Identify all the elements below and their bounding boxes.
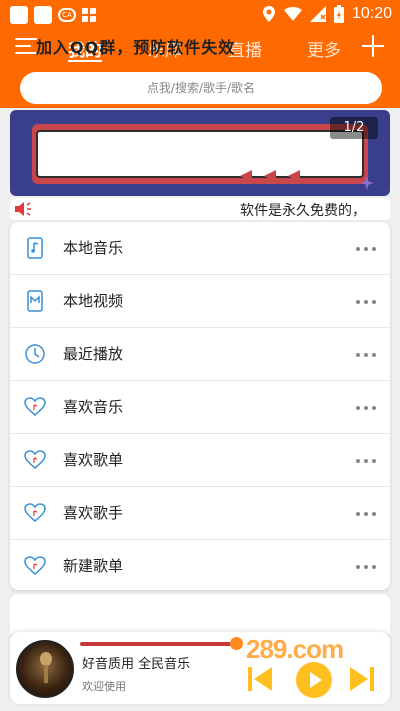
- notification-icon: [10, 6, 28, 24]
- progress-handle[interactable]: [230, 637, 243, 650]
- list-item-recent[interactable]: 最近播放: [10, 328, 390, 381]
- notice-text: 软件是永久免费的，: [240, 203, 366, 219]
- more-icon[interactable]: [356, 247, 376, 251]
- more-icon[interactable]: [356, 353, 376, 357]
- sparkle-icon: [360, 176, 374, 190]
- more-icon[interactable]: [356, 406, 376, 410]
- location-icon: [262, 6, 275, 22]
- add-icon[interactable]: [362, 35, 384, 57]
- status-bar: CA 10:20: [0, 0, 400, 30]
- battery-icon: [333, 5, 344, 23]
- list-item-local-music[interactable]: 本地音乐: [10, 222, 390, 275]
- heart-icon: [24, 397, 46, 416]
- progress-bar[interactable]: [80, 642, 234, 646]
- notice-bar: 软件是永久免费的，: [10, 198, 390, 220]
- active-tab-indicator: [68, 60, 102, 62]
- menu-icon[interactable]: [15, 38, 37, 56]
- app-notification-icon: CA: [58, 8, 76, 22]
- heart-icon: [24, 450, 46, 469]
- speaker-icon: [15, 202, 31, 216]
- local-music-icon: [27, 237, 43, 259]
- signal-icon: [309, 6, 326, 22]
- microphone-icon: [40, 652, 52, 683]
- list-item-new-playlist[interactable]: 新建歌单: [10, 540, 390, 593]
- arrow-decoration-icon: [240, 170, 300, 182]
- heart-icon: [24, 503, 46, 522]
- more-icon[interactable]: [356, 459, 376, 463]
- grid-icon: [82, 8, 96, 22]
- more-icon[interactable]: [356, 512, 376, 516]
- secondary-card: [10, 594, 390, 634]
- menu-list: 本地音乐 本地视频 最近播放 喜欢音乐 喜欢歌单 喜欢歌手 新建歌单: [10, 222, 390, 590]
- play-icon: [310, 672, 322, 688]
- clock: 10:20: [351, 5, 392, 22]
- more-icon[interactable]: [356, 565, 376, 569]
- tab-more[interactable]: 更多: [307, 36, 341, 61]
- mini-player[interactable]: 289.com 好音质用 全民音乐 欢迎使用: [10, 632, 390, 704]
- search-input[interactable]: 点我/搜索/歌手/歌名: [20, 72, 382, 104]
- song-subtitle: 欢迎使用: [82, 680, 126, 693]
- heart-icon: [24, 556, 46, 575]
- next-icon[interactable]: [348, 664, 376, 694]
- clock-icon: [25, 344, 45, 364]
- list-item-liked-playlists[interactable]: 喜欢歌单: [10, 434, 390, 487]
- list-item-liked-singers[interactable]: 喜欢歌手: [10, 487, 390, 540]
- watermark: 289.com: [246, 634, 344, 664]
- notification-icon: [34, 6, 52, 24]
- previous-icon[interactable]: [246, 664, 274, 694]
- list-item-local-video[interactable]: 本地视频: [10, 275, 390, 328]
- play-button[interactable]: [296, 662, 332, 698]
- wifi-icon: [283, 7, 302, 21]
- list-item-liked-music[interactable]: 喜欢音乐: [10, 381, 390, 434]
- local-video-icon: [27, 290, 43, 312]
- song-title: 好音质用 全民音乐: [82, 657, 191, 672]
- search-bar-area: 点我/搜索/歌手/歌名: [0, 64, 400, 108]
- more-icon[interactable]: [356, 300, 376, 304]
- banner-pager: 1/2: [330, 117, 378, 139]
- banner-text: 加入QQ群，预防软件失效: [36, 38, 236, 57]
- album-art[interactable]: [16, 640, 74, 698]
